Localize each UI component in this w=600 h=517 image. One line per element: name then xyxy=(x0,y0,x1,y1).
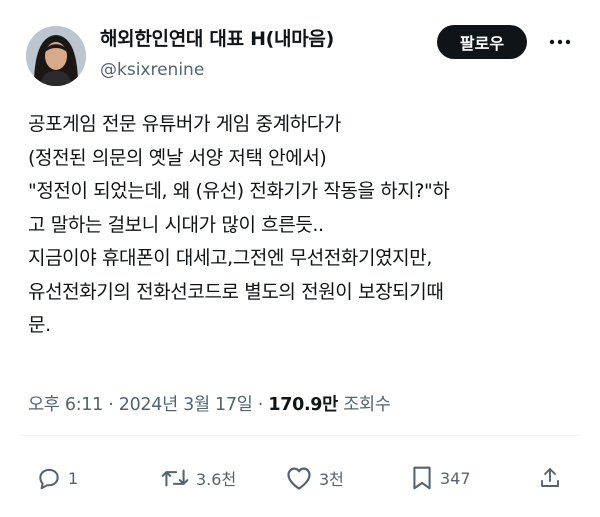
meta-separator: · xyxy=(252,395,269,415)
share-button[interactable] xyxy=(538,458,562,498)
tweet-time[interactable]: 오후 6:11 xyxy=(28,395,103,415)
tweet-line: 고 말하는 걸보니 시대가 많이 흐른듯.. xyxy=(28,213,324,236)
avatar-photo xyxy=(26,26,86,86)
action-bar: 1 3.6천 3천 347 xyxy=(0,458,600,498)
bookmark-icon xyxy=(413,466,431,490)
bookmark-count: 347 xyxy=(440,468,471,488)
bookmark-button[interactable]: 347 xyxy=(410,458,471,498)
retweet-count: 3.6천 xyxy=(196,470,237,489)
view-count: 170.9만 xyxy=(268,395,338,415)
like-icon xyxy=(287,467,311,490)
tweet-text: 공포게임 전문 유튜버가 게임 중계하다가 (정전된 의문의 옛날 서양 저택 … xyxy=(28,108,588,343)
tweet-line: "정전이 되었는데, 왜 (유선) 전화기가 작동을 하지?"하 xyxy=(28,180,450,202)
reply-icon xyxy=(39,468,59,490)
tweet-meta: 오후 6:11 · 2024년 3월 17일 · 170.9만 조회수 xyxy=(28,391,391,416)
reply-button[interactable]: 1 xyxy=(36,458,78,498)
like-count: 3천 xyxy=(319,470,344,489)
divider xyxy=(20,435,580,436)
tweet-line: 지금이야 휴대폰이 대세고,그전엔 무선전화기였지만, xyxy=(28,247,432,269)
reply-count: 1 xyxy=(68,468,79,488)
follow-button[interactable]: 팔로우 xyxy=(437,25,527,59)
tweet-line: (정전된 의문의 옛날 서양 저택 안에서) xyxy=(28,146,327,169)
like-button[interactable]: 3천 xyxy=(285,458,344,498)
more-button[interactable] xyxy=(546,30,574,54)
author-handle[interactable]: @ksixrenine xyxy=(100,60,204,80)
avatar[interactable] xyxy=(26,26,86,86)
tweet-line: 유선전화기의 전화선코드로 별도의 전원이 보장되기때 xyxy=(28,280,444,303)
view-label: 조회수 xyxy=(343,395,391,415)
share-icon xyxy=(541,468,559,487)
tweet-line: 문. xyxy=(28,314,51,336)
retweet-icon xyxy=(161,469,189,487)
more-icon xyxy=(549,39,571,45)
tweet-date[interactable]: 2024년 3월 17일 xyxy=(119,395,253,415)
meta-separator: · xyxy=(102,395,119,415)
author-name[interactable]: 해외한인연대 대표 H(내마음) xyxy=(100,24,334,51)
tweet-line: 공포게임 전문 유튜버가 게임 중계하다가 xyxy=(28,113,341,135)
retweet-button[interactable]: 3.6천 xyxy=(160,458,236,498)
